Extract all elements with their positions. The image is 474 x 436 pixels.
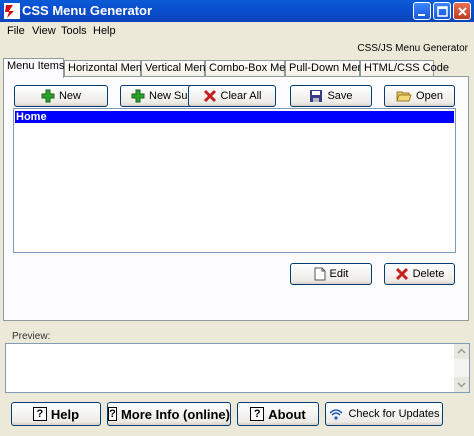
more-info-button[interactable]: ? More Info (online) xyxy=(107,402,231,426)
help-button-label: Help xyxy=(50,406,80,422)
help-icon: ? xyxy=(108,407,117,421)
maximize-icon xyxy=(437,6,448,17)
app-icon xyxy=(4,3,20,19)
help-icon: ? xyxy=(32,407,47,421)
title-bar[interactable]: CSS Menu Generator xyxy=(0,0,474,22)
tab-horizontal-menu[interactable]: Horizontal Menu xyxy=(64,60,148,77)
close-icon xyxy=(458,7,467,16)
brand-label: CSS/JS Menu Generator xyxy=(357,43,468,54)
folder-icon xyxy=(396,91,412,102)
list-item-home[interactable]: Home xyxy=(15,111,454,123)
close-button[interactable] xyxy=(453,2,471,20)
open-button-label: Open xyxy=(416,90,443,102)
clear-all-button-label: Clear All xyxy=(220,90,262,102)
minimize-icon xyxy=(418,14,425,16)
preview-scrollbar[interactable] xyxy=(454,344,469,392)
scroll-down-arrow[interactable] xyxy=(454,377,469,392)
chevron-up-icon xyxy=(457,348,466,354)
save-button[interactable]: Save xyxy=(290,85,372,107)
check-updates-button-label: Check for Updates xyxy=(348,408,440,420)
wifi-icon xyxy=(329,409,343,420)
tab-combo-box-menu[interactable]: Combo-Box Menu xyxy=(205,60,298,77)
menu-help[interactable]: Help xyxy=(93,25,116,37)
delete-button-label: Delete xyxy=(412,268,445,280)
floppy-disk-icon xyxy=(310,90,323,102)
window-title: CSS Menu Generator xyxy=(22,3,153,18)
clear-all-button[interactable]: Clear All xyxy=(188,85,276,107)
menu-tools[interactable]: Tools xyxy=(61,25,87,37)
menu-items-list[interactable]: Home xyxy=(13,108,456,253)
check-updates-button[interactable]: Check for Updates xyxy=(325,402,443,426)
tab-pull-down-menu[interactable]: Pull-Down Menu xyxy=(285,60,370,77)
tab-menu-items[interactable]: Menu Items xyxy=(3,58,64,78)
red-x-icon xyxy=(395,267,408,281)
tab-vertical-menu[interactable]: Vertical Menu xyxy=(141,60,212,77)
menu-view[interactable]: View xyxy=(32,25,56,37)
about-button[interactable]: ? About xyxy=(237,402,319,426)
menu-bar: File View Tools Help xyxy=(0,22,474,41)
menu-file[interactable]: File xyxy=(7,25,25,37)
maximize-button[interactable] xyxy=(433,2,451,20)
more-info-button-label: More Info (online) xyxy=(120,406,230,422)
save-button-label: Save xyxy=(327,90,353,102)
minimize-button[interactable] xyxy=(413,2,431,20)
preview-area[interactable] xyxy=(5,343,470,393)
edit-button-label: Edit xyxy=(329,268,349,280)
new-button-label: New xyxy=(58,90,81,102)
tab-html-css-code[interactable]: HTML/CSS Code xyxy=(360,60,449,77)
bottom-button-bar: ? Help ? More Info (online) ? About Chec… xyxy=(0,396,474,436)
document-icon xyxy=(314,267,326,281)
help-icon: ? xyxy=(250,407,265,421)
chevron-down-icon xyxy=(457,382,466,388)
delete-button[interactable]: Delete xyxy=(384,263,455,285)
new-button[interactable]: New xyxy=(14,85,108,107)
plus-icon xyxy=(41,89,55,103)
help-button[interactable]: ? Help xyxy=(11,402,101,426)
edit-button[interactable]: Edit xyxy=(290,263,372,285)
plus-icon xyxy=(131,89,145,103)
red-x-icon xyxy=(203,89,216,103)
preview-label: Preview: xyxy=(12,331,51,342)
open-button[interactable]: Open xyxy=(384,85,455,107)
scroll-up-arrow[interactable] xyxy=(454,344,469,359)
about-button-label: About xyxy=(268,406,306,422)
